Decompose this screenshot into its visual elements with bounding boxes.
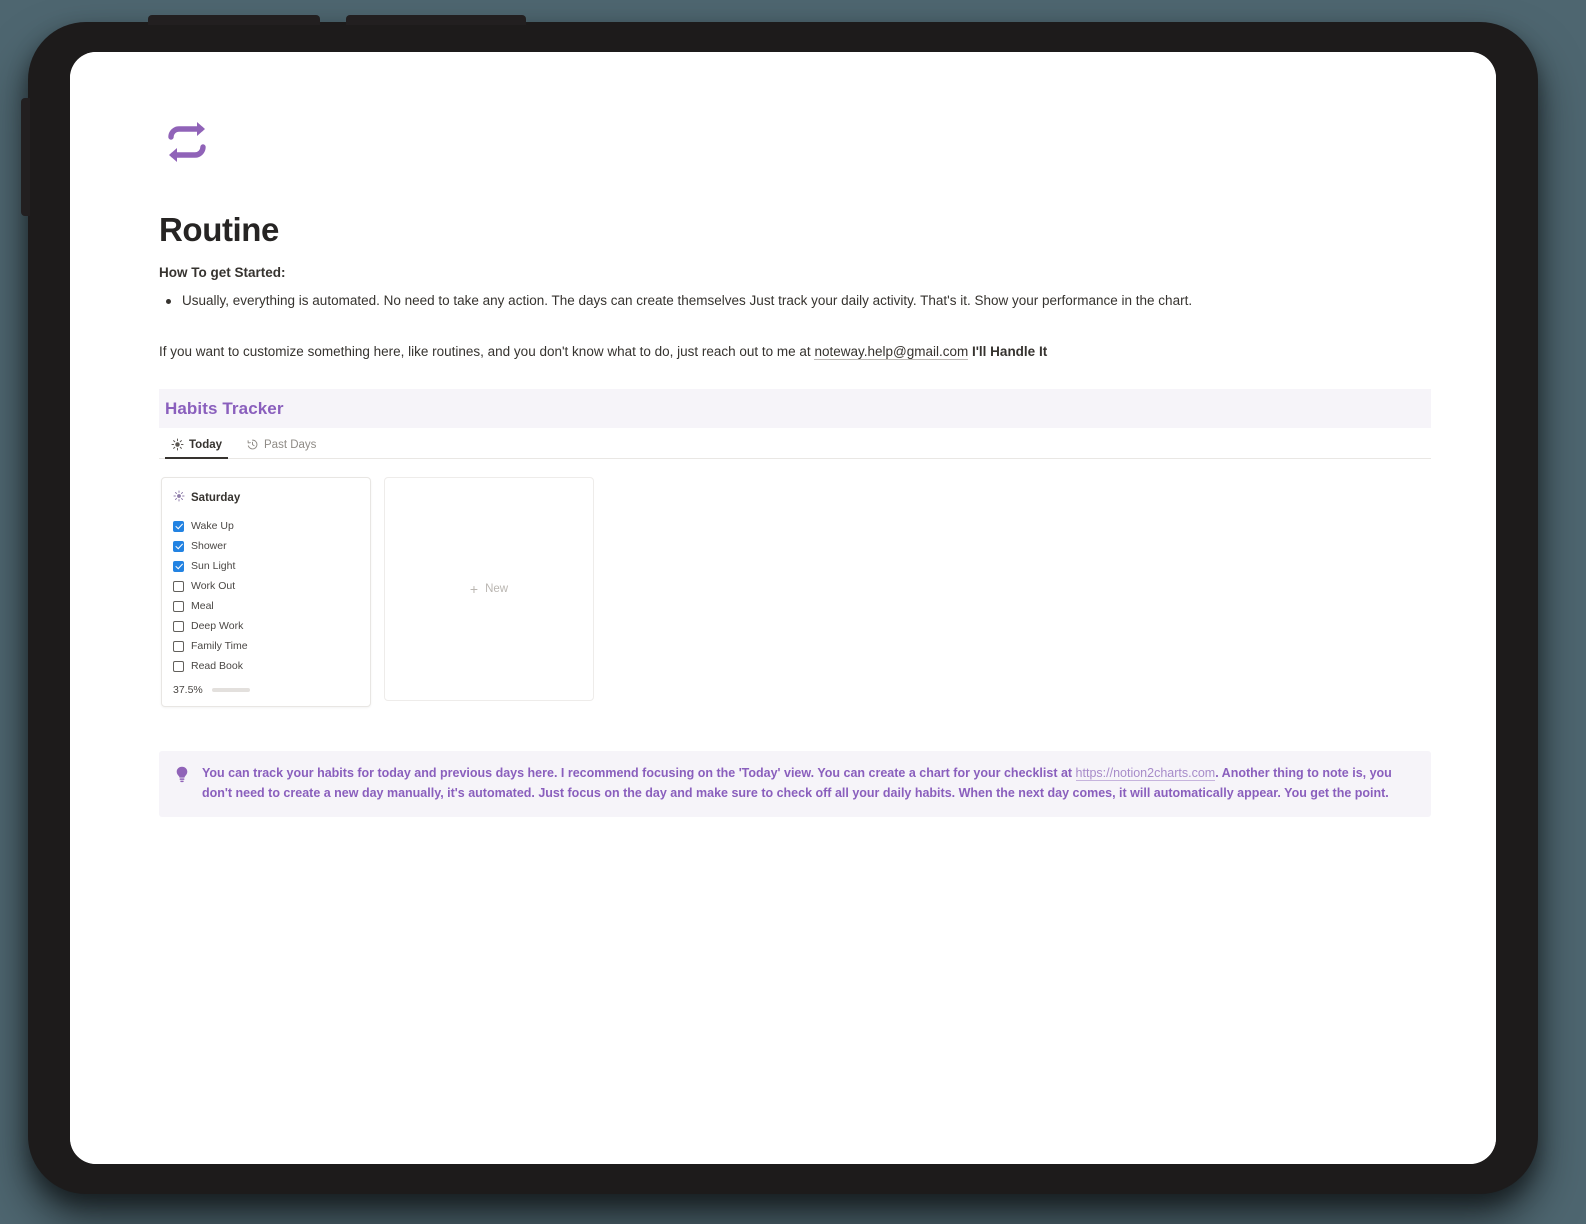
checklist-item[interactable]: Sun Light [173,556,359,576]
checklist-item-label: Family Time [191,639,248,652]
customize-paragraph: If you want to customize something here,… [159,342,1431,363]
howto-heading: How To get Started: [159,265,286,281]
tablet-top-button-left [148,15,320,25]
checklist-item-label: Sun Light [191,559,236,572]
progress-row: 37.5% [173,684,359,696]
tab-today-label: Today [189,438,223,451]
checkbox-checked[interactable] [173,560,184,572]
new-card-label: New [485,583,509,596]
checklist-item[interactable]: Work Out [173,576,359,596]
page-content: Routine How To get Started: Usually, eve… [159,114,1431,817]
checklist-item[interactable]: Wake Up [173,516,359,536]
habit-card[interactable]: Saturday Wake Up Shower Sun Light Work O… [161,477,371,708]
sun-icon [173,489,185,507]
checklist-item-label: Deep Work [191,619,244,632]
checkbox-unchecked[interactable] [173,640,184,652]
tablet-frame: Routine How To get Started: Usually, eve… [21,15,1538,1194]
checkbox-unchecked[interactable] [173,600,184,612]
checkbox-unchecked[interactable] [173,660,184,672]
new-card-button[interactable]: + New [384,477,594,702]
tablet-side-button [21,98,30,216]
checklist-item-label: Wake Up [191,519,234,532]
callout-text: You can track your habits for today and … [202,764,1415,803]
tab-today[interactable]: Today [165,438,229,460]
email-link[interactable]: noteway.help@gmail.com [814,344,969,361]
checkbox-checked[interactable] [173,520,184,532]
tab-past-days-label: Past Days [264,438,317,451]
checklist-item-label: Work Out [191,579,236,592]
callout-text-before: You can track your habits for today and … [202,766,1076,781]
database-title: Habits Tracker [165,399,284,419]
checklist-item[interactable]: Read Book [173,656,359,676]
list-item: Usually, everything is automated. No nee… [159,291,1431,312]
checklist-item[interactable]: Deep Work [173,616,359,636]
checklist-item[interactable]: Meal [173,596,359,616]
history-clock-icon [246,438,259,451]
tab-past-days[interactable]: Past Days [240,438,322,458]
checklist-item-label: Meal [191,599,214,612]
howto-bullet-list: Usually, everything is automated. No nee… [159,291,1431,312]
lightbulb-icon [175,764,189,803]
tablet-screen: Routine How To get Started: Usually, eve… [70,52,1496,1164]
notion2charts-link[interactable]: https://notion2charts.com [1075,766,1216,782]
paragraph-text-after: I'll Handle It [968,344,1048,360]
checklist-item[interactable]: Shower [173,536,359,556]
repeat-loop-icon [159,114,215,170]
card-gallery: Saturday Wake Up Shower Sun Light Work O… [159,459,1431,708]
page-title: Routine [159,211,280,248]
sun-icon [171,438,184,451]
checkbox-unchecked[interactable] [173,620,184,632]
checklist-item-label: Read Book [191,659,243,672]
callout-block: You can track your habits for today and … [159,751,1431,817]
tablet-top-button-right [346,15,526,25]
database-view-tabs: Today Past Days [159,428,1431,460]
checkbox-unchecked[interactable] [173,580,184,592]
progress-value: 37.5% [173,684,203,697]
checkbox-checked[interactable] [173,540,184,552]
checklist-item[interactable]: Family Time [173,636,359,656]
checklist-item-label: Shower [191,539,227,552]
notion-page: Routine How To get Started: Usually, eve… [70,52,1496,1164]
paragraph-text-before: If you want to customize something here,… [159,344,815,360]
plus-icon: + [469,581,479,598]
scene: Routine How To get Started: Usually, eve… [0,0,1586,1224]
card-title: Saturday [191,492,241,505]
progress-bar [211,688,250,692]
card-title-row: Saturday [173,489,359,507]
database-header-bar: Habits Tracker [159,389,1431,429]
